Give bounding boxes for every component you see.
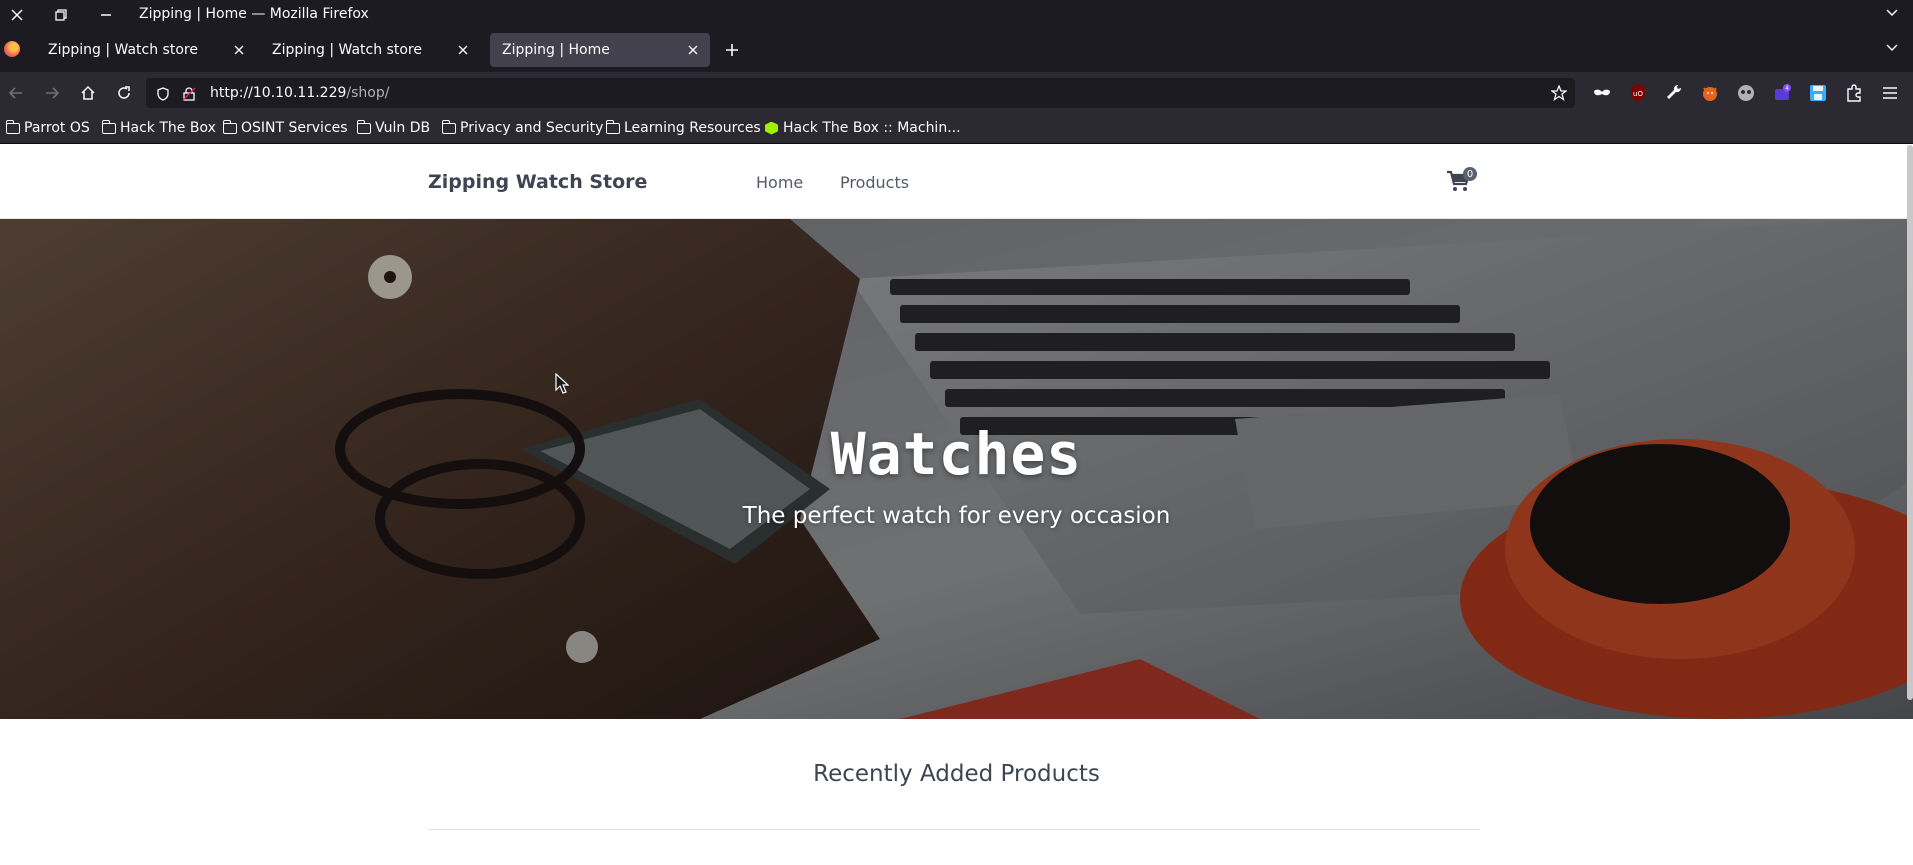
home-button[interactable]: [76, 81, 100, 105]
extensions-icon[interactable]: [1844, 83, 1864, 103]
mask-extension-icon[interactable]: [1592, 83, 1612, 103]
cart-count-badge: 0: [1463, 167, 1477, 181]
bookmark-osint-services[interactable]: OSINT Services: [222, 119, 348, 136]
close-icon: [688, 45, 698, 55]
bookmark-privacy-security[interactable]: Privacy and Security: [441, 119, 604, 136]
new-tab-button[interactable]: [720, 38, 744, 62]
firefox-logo-icon[interactable]: [4, 41, 20, 57]
close-icon: [234, 45, 244, 55]
save-icon[interactable]: [1808, 83, 1828, 103]
folder-icon: [441, 119, 456, 134]
foxyproxy-icon[interactable]: [1700, 83, 1720, 103]
hero-banner: Watches The perfect watch for every occa…: [0, 219, 1913, 719]
tab-watch-store-2[interactable]: Zipping | Watch store: [260, 33, 480, 67]
home-icon: [81, 85, 95, 100]
nav-toolbar: http://10.10.11.229/shop/ uO 4: [0, 72, 1913, 114]
bookmark-vuln-db[interactable]: Vuln DB: [356, 119, 431, 136]
bookmark-label: Privacy and Security: [460, 120, 604, 136]
window-title: Zipping | Home — Mozilla Firefox: [139, 6, 369, 22]
chevron-down-icon: [1886, 9, 1898, 17]
bookmark-parrot-os[interactable]: Parrot OS: [5, 119, 90, 136]
reload-button[interactable]: [112, 81, 136, 105]
folder-icon: [101, 119, 116, 134]
svg-text:4: 4: [1785, 85, 1789, 92]
tab-label: Zipping | Watch store: [272, 42, 422, 58]
url-path: /shop/: [346, 85, 390, 101]
tab-close-button[interactable]: [454, 41, 472, 59]
bookmark-hack-the-box[interactable]: Hack The Box: [101, 119, 216, 136]
bookmark-label: Vuln DB: [375, 120, 431, 136]
arrow-right-icon: [46, 87, 60, 99]
bookmark-label: Parrot OS: [24, 120, 90, 136]
restore-icon: [55, 8, 67, 21]
recently-added-heading: Recently Added Products: [813, 761, 1100, 787]
bookmark-label: Learning Resources: [624, 120, 761, 136]
bookmark-label: Hack The Box: [120, 120, 216, 136]
window-minimize-button[interactable]: [91, 0, 121, 29]
site-header: Zipping Watch Store Home Products 0: [0, 145, 1913, 219]
site-brand[interactable]: Zipping Watch Store: [428, 171, 647, 193]
tab-close-button[interactable]: [230, 41, 248, 59]
nav-link-home[interactable]: Home: [756, 173, 803, 192]
tab-label: Zipping | Home: [502, 42, 610, 58]
plus-icon: [726, 44, 738, 56]
bookmarks-toolbar: Parrot OS Hack The Box OSINT Services Vu…: [0, 114, 1913, 144]
back-button[interactable]: [4, 81, 28, 105]
folder-icon: [356, 119, 371, 134]
insecure-lock-icon[interactable]: [182, 86, 196, 105]
tab-home[interactable]: Zipping | Home: [490, 33, 710, 67]
web-page: Zipping Watch Store Home Products 0 Watc…: [0, 145, 1913, 865]
minimize-icon: [101, 13, 111, 16]
close-icon: [11, 8, 23, 21]
wappalyzer-icon[interactable]: [1736, 83, 1756, 103]
bookmark-label: Hack The Box :: Machin...: [783, 120, 961, 136]
url-text[interactable]: http://10.10.11.229/shop/: [210, 85, 389, 101]
forward-button[interactable]: [40, 81, 64, 105]
hamburger-menu-icon[interactable]: [1880, 83, 1900, 103]
window-titlebar: Zipping | Home — Mozilla Firefox: [0, 0, 1913, 29]
window-restore-button[interactable]: [46, 0, 76, 29]
bookmark-star-icon[interactable]: [1550, 84, 1568, 105]
list-all-tabs-button[interactable]: [1885, 39, 1899, 58]
url-bar[interactable]: http://10.10.11.229/shop/: [146, 78, 1575, 108]
folder-icon: [605, 119, 620, 134]
mouse-cursor-icon: [555, 372, 570, 399]
titlebar-menu-button[interactable]: [1885, 4, 1899, 23]
hero-subtitle: The perfect watch for every occasion: [742, 503, 1171, 529]
nav-link-products[interactable]: Products: [840, 173, 909, 192]
tab-watch-store-1[interactable]: Zipping | Watch store: [36, 33, 256, 67]
hack-tools-icon[interactable]: 4: [1772, 83, 1792, 103]
tab-close-button[interactable]: [684, 41, 702, 59]
chevron-down-icon: [1886, 44, 1898, 52]
page-scrollbar[interactable]: [1907, 145, 1913, 700]
bookmark-learning-resources[interactable]: Learning Resources: [605, 119, 761, 136]
svg-text:uO: uO: [1633, 90, 1643, 98]
reload-icon: [118, 86, 130, 99]
bookmark-htb-machines[interactable]: Hack The Box :: Machin...: [765, 120, 961, 136]
close-icon: [458, 45, 468, 55]
url-host: http://10.10.11.229: [210, 85, 347, 101]
section-divider: [428, 829, 1480, 830]
htb-cube-icon: [765, 121, 778, 135]
hero-title: Watches: [830, 420, 1083, 488]
window-close-button[interactable]: [2, 0, 32, 29]
tab-label: Zipping | Watch store: [48, 42, 198, 58]
tab-strip: Zipping | Watch store Zipping | Watch st…: [0, 29, 1913, 72]
folder-icon: [222, 119, 237, 134]
folder-icon: [5, 119, 20, 134]
shield-icon[interactable]: [156, 86, 170, 105]
bookmark-label: OSINT Services: [241, 120, 348, 136]
wrench-icon[interactable]: [1664, 83, 1684, 103]
ublock-origin-icon[interactable]: uO: [1628, 83, 1648, 103]
arrow-left-icon: [8, 87, 22, 99]
